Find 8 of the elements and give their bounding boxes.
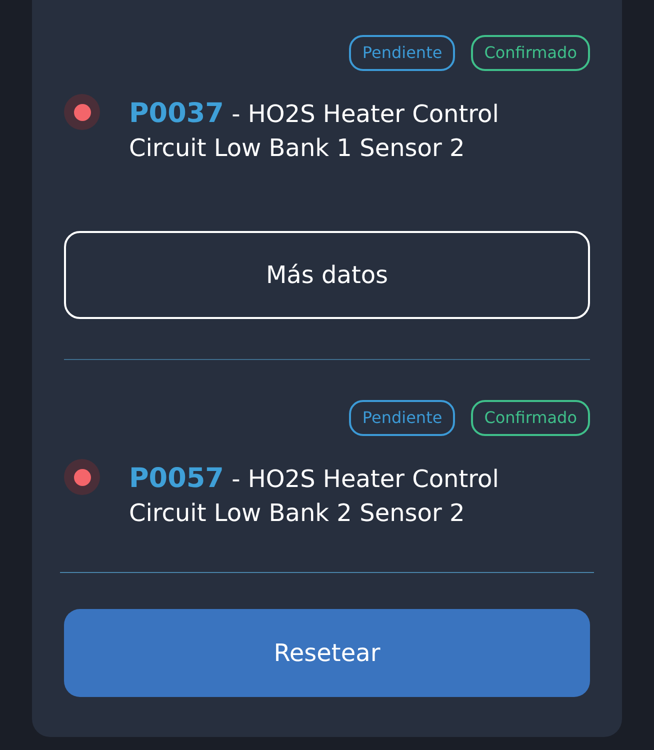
fault-title: P0037 - HO2S Heater Control Circuit Low Bank 1 Sensor 2 bbox=[129, 97, 500, 164]
status-badge: Pendiente bbox=[349, 35, 456, 71]
more-data-button[interactable]: Más datos bbox=[64, 231, 590, 319]
status-badge: Confirmado bbox=[471, 35, 590, 71]
reset-button[interactable]: Resetear bbox=[64, 609, 590, 697]
fault-title: P0057 - HO2S Heater Control Circuit Low Bank 2 Sensor 2 bbox=[129, 462, 500, 529]
status-badge: Confirmado bbox=[471, 400, 590, 436]
status-badge: Pendiente bbox=[349, 400, 456, 436]
